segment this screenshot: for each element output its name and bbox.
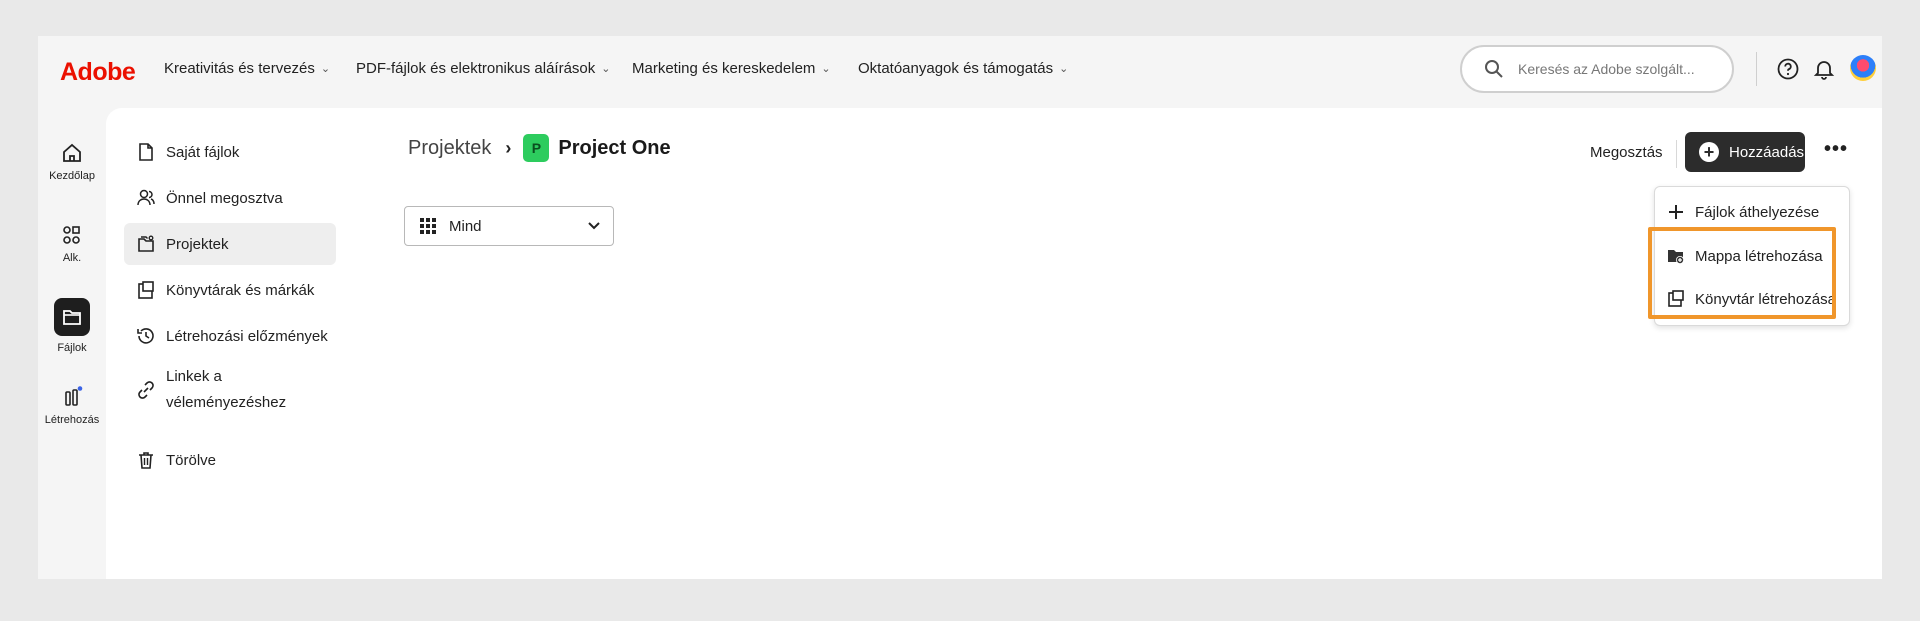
chevron-down-icon: ⌄ <box>821 63 831 75</box>
bell-icon[interactable] <box>1812 57 1836 81</box>
chevron-down-icon: ⌄ <box>1059 63 1069 75</box>
nav-pdf[interactable]: PDF-fájlok és elektronikus aláírások ⌄ <box>356 60 610 77</box>
filter-dropdown[interactable]: Mind <box>404 206 614 246</box>
plus-icon <box>1669 205 1683 219</box>
sidebar-item-label: Linkek a véleményezéshez <box>166 364 286 416</box>
sidebar-item-my-files[interactable]: Saját fájlok <box>124 131 336 173</box>
breadcrumb: Projektek › P Project One <box>408 134 671 162</box>
search-input[interactable]: Keresés az Adobe szolgált... <box>1460 45 1734 93</box>
sidebar-item-label: Törölve <box>166 451 217 469</box>
add-button[interactable]: + Hozzáadás <box>1685 132 1805 172</box>
folder-icon <box>63 310 81 325</box>
apps-icon <box>63 226 80 244</box>
sidebar-item-review-links[interactable]: Linkek a véleményezéshez <box>124 362 336 418</box>
nav-label: PDF-fájlok és elektronikus aláírások <box>356 60 596 77</box>
create-icon <box>65 386 83 406</box>
rail-label: Létrehozás <box>44 414 100 426</box>
plus-circle-icon: + <box>1699 142 1719 162</box>
search-placeholder: Keresés az Adobe szolgált... <box>1518 61 1695 77</box>
sidebar-item-label: Önnel megosztva <box>166 189 283 207</box>
adobe-logo[interactable]: Adobe <box>60 58 136 87</box>
toolbar-divider <box>1676 140 1677 168</box>
menu-item-create-folder[interactable]: Mappa létrehozása <box>1667 239 1823 273</box>
create-library-icon <box>1668 290 1684 307</box>
menu-item-create-library[interactable]: Könyvtár létrehozása <box>1667 282 1836 316</box>
menu-item-label: Fájlok áthelyezése <box>1695 203 1820 221</box>
add-button-label: Hozzáadás <box>1729 143 1805 161</box>
nav-tutorials[interactable]: Oktatóanyagok és támogatás ⌄ <box>858 60 1068 77</box>
sidebar-item-projects[interactable]: Projektek <box>124 223 336 265</box>
shared-users-icon <box>137 189 155 206</box>
sidebar-item-shared-with-you[interactable]: Önnel megosztva <box>124 177 336 219</box>
rail-active-indicator <box>54 298 90 336</box>
chevron-down-icon: ⌄ <box>320 63 331 75</box>
rail-label: Fájlok <box>57 342 87 354</box>
create-folder-icon <box>1668 250 1684 264</box>
nav-creativity[interactable]: Kreativitás és tervezés ⌄ <box>164 60 330 77</box>
rail-item-create[interactable]: Létrehozás <box>38 386 106 426</box>
sidebar-item-label: Létrehozási előzmények <box>166 327 328 345</box>
nav-marketing[interactable]: Marketing és kereskedelem ⌄ <box>632 60 831 77</box>
projects-icon <box>138 235 154 252</box>
file-icon <box>139 143 153 161</box>
sidebar-item-creation-history[interactable]: Létrehozási előzmények <box>124 315 336 357</box>
rail-item-files[interactable]: Fájlok <box>38 298 106 354</box>
app-window: Adobe Kreativitás és tervezés ⌄ PDF-fájl… <box>38 36 1882 579</box>
sidebar-item-libraries[interactable]: Könyvtárak és márkák <box>124 269 336 311</box>
search-icon <box>1485 60 1503 78</box>
main-panel: Saját fájlok Önnel megosztva Projektek K… <box>106 108 1882 579</box>
add-menu: Fájlok áthelyezése Mappa létrehozása Kön… <box>1654 186 1850 326</box>
header-divider <box>1756 52 1757 86</box>
menu-item-label: Mappa létrehozása <box>1695 247 1823 265</box>
grid-icon <box>420 218 436 234</box>
breadcrumb-separator: › <box>505 137 512 158</box>
avatar[interactable] <box>1850 55 1876 81</box>
trash-icon <box>139 452 153 469</box>
nav-label: Marketing és kereskedelem <box>632 60 816 77</box>
sidebar-item-deleted[interactable]: Törölve <box>124 439 336 481</box>
sidebar-item-label: Saját fájlok <box>166 143 240 161</box>
menu-item-move-files[interactable]: Fájlok áthelyezése <box>1667 195 1819 229</box>
nav-label: Kreativitás és tervezés <box>164 60 315 77</box>
history-icon <box>137 328 154 344</box>
home-icon <box>63 143 81 162</box>
breadcrumb-parent[interactable]: Projektek <box>408 137 491 160</box>
chevron-down-icon <box>588 222 600 230</box>
sidebar-item-label: Könyvtárak és márkák <box>166 281 315 299</box>
more-options-icon[interactable]: ••• <box>1824 138 1848 161</box>
help-icon[interactable] <box>1776 57 1800 81</box>
library-icon <box>138 281 154 299</box>
rail-label: Alk. <box>62 252 82 264</box>
chevron-down-icon: ⌄ <box>601 63 611 75</box>
share-button[interactable]: Megosztás <box>1590 144 1663 161</box>
page-title: Project One <box>558 136 671 159</box>
filter-value: Mind <box>449 217 482 235</box>
rail-item-apps[interactable]: Alk. <box>38 224 106 264</box>
top-bar: Adobe Kreativitás és tervezés ⌄ PDF-fájl… <box>38 36 1882 108</box>
sidebar-item-label: Projektek <box>166 235 229 253</box>
link-icon <box>138 381 154 399</box>
sidebar-item-label-line1: Linkek a <box>166 368 222 385</box>
rail-label: Kezdőlap <box>49 170 95 182</box>
project-badge: P <box>523 134 550 162</box>
nav-label: Oktatóanyagok és támogatás <box>858 60 1054 77</box>
rail-item-home[interactable]: Kezdőlap <box>38 142 106 182</box>
sidebar-item-label-line2: véleményezéshez <box>166 394 287 411</box>
menu-item-label: Könyvtár létrehozása <box>1695 290 1836 308</box>
